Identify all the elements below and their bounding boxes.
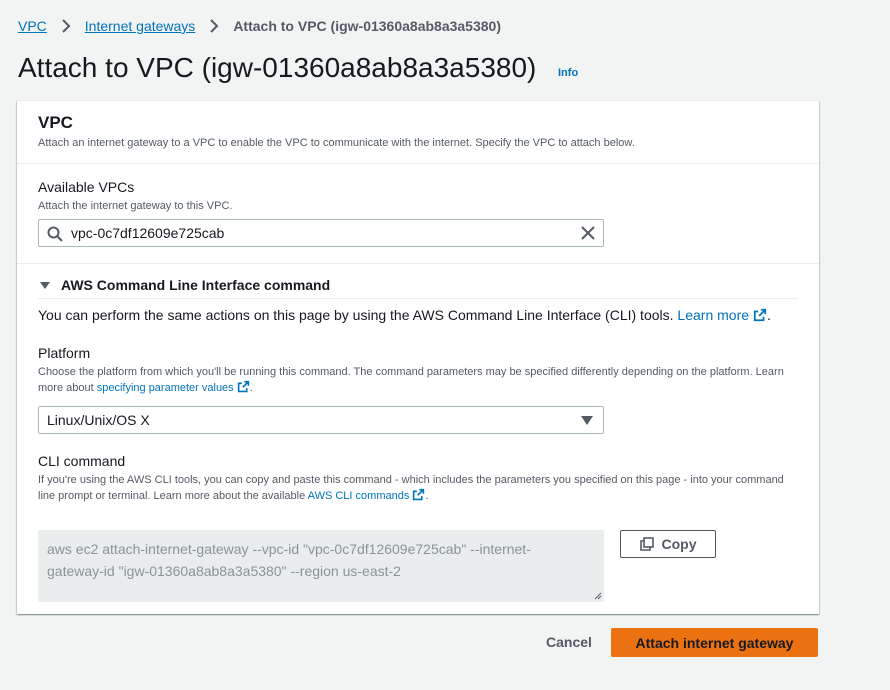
vpc-search-input[interactable] — [71, 223, 571, 243]
resize-handle-icon[interactable] — [594, 592, 602, 600]
cli-command-description: If you're using the AWS CLI tools, you c… — [38, 474, 784, 502]
platform-select[interactable]: Linux/Unix/OS X — [38, 406, 604, 434]
copy-button-label: Copy — [661, 536, 697, 552]
external-link-icon — [237, 380, 249, 393]
cli-section-toggle[interactable]: AWS Command Line Interface command — [38, 277, 330, 293]
platform-selected-value: Linux/Unix/OS X — [47, 412, 150, 428]
cli-command-textarea[interactable]: aws ec2 attach-internet-gateway --vpc-id… — [38, 530, 604, 602]
cli-command-text: aws ec2 attach-internet-gateway --vpc-id… — [47, 541, 531, 579]
caret-down-icon — [40, 282, 50, 289]
section-divider — [17, 263, 819, 264]
available-vpcs-label: Available VPCs — [38, 179, 135, 195]
breadcrumb-internet-gateways[interactable]: Internet gateways — [85, 18, 196, 34]
page-title: Attach to VPC (igw-01360a8ab8a3a5380) — [18, 52, 537, 83]
platform-description: Choose the platform from which you'll be… — [38, 366, 784, 394]
copy-button[interactable]: Copy — [620, 530, 716, 558]
cli-header-divider — [38, 298, 798, 299]
section-divider — [17, 163, 819, 164]
info-link[interactable]: Info — [558, 67, 578, 79]
parameter-values-link[interactable]: specifying parameter values — [97, 380, 250, 394]
attach-internet-gateway-button[interactable]: Attach internet gateway — [611, 628, 818, 657]
attach-panel: VPC Attach an internet gateway to a VPC … — [17, 100, 819, 614]
vpc-section-title: VPC — [38, 113, 73, 132]
external-link-icon — [413, 488, 425, 501]
available-vpcs-description: Attach the internet gateway to this VPC. — [38, 200, 233, 212]
cancel-button[interactable]: Cancel — [536, 628, 602, 656]
cli-section-header: AWS Command Line Interface command — [61, 277, 331, 293]
caret-down-icon — [581, 416, 593, 425]
vpc-search-field — [38, 219, 604, 247]
breadcrumb: VPC Internet gateways Attach to VPC (igw… — [18, 17, 501, 35]
platform-label: Platform — [38, 345, 91, 361]
breadcrumb-current: Attach to VPC (igw-01360a8ab8a3a5380) — [233, 18, 501, 34]
cli-intro: You can perform the same actions on this… — [38, 307, 771, 323]
external-link-icon — [753, 308, 767, 322]
copy-icon — [639, 537, 654, 551]
learn-more-link[interactable]: Learn more — [677, 307, 767, 323]
vpc-section-description: Attach an internet gateway to a VPC to e… — [38, 137, 635, 149]
close-icon[interactable] — [580, 225, 596, 241]
chevron-right-icon — [210, 19, 219, 33]
breadcrumb-vpc[interactable]: VPC — [18, 18, 47, 34]
cli-command-label: CLI command — [38, 453, 126, 469]
chevron-right-icon — [62, 19, 71, 33]
search-icon — [47, 226, 63, 242]
aws-cli-commands-link[interactable]: AWS CLI commands — [308, 488, 426, 502]
